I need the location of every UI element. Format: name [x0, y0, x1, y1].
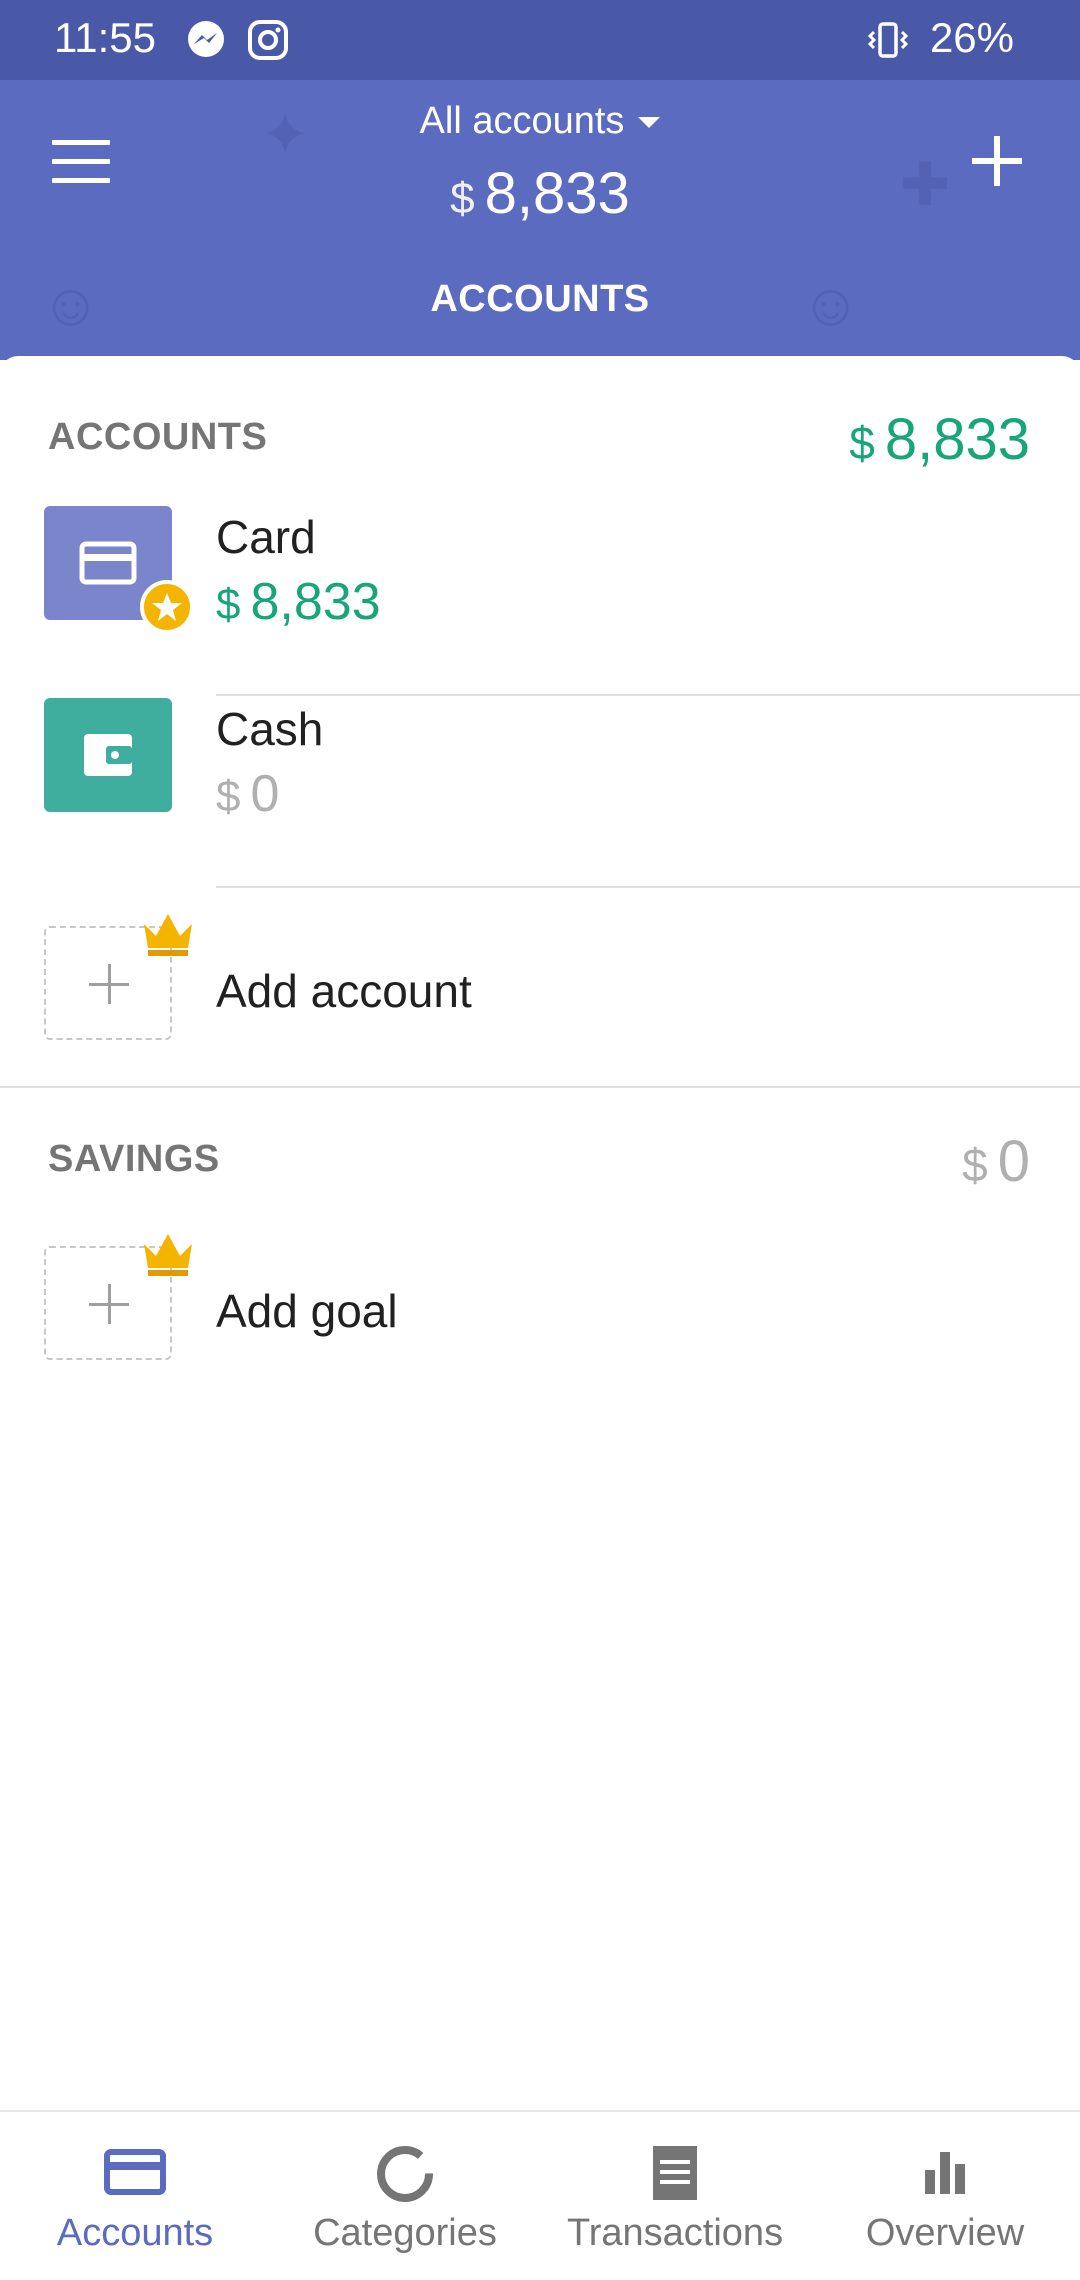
header-total-amount: 8,833: [484, 161, 630, 226]
vibrate-icon: [867, 22, 909, 58]
accounts-section-title: ACCOUNTS: [48, 416, 268, 458]
nav-overview[interactable]: Overview: [810, 2112, 1080, 2280]
dropdown-caret-icon: [638, 117, 661, 129]
accounts-total-amount: 8,833: [884, 407, 1030, 472]
account-row-cash[interactable]: Cash $0: [0, 698, 1080, 888]
section-divider: [0, 1086, 1080, 1088]
tab-accounts[interactable]: ACCOUNTS: [0, 278, 1080, 321]
add-goal-row[interactable]: Add goal: [0, 1226, 1080, 1406]
row-divider: [216, 694, 1080, 696]
savings-total-currency: $: [962, 1139, 988, 1191]
crown-icon: [144, 1234, 192, 1276]
status-time: 11:55: [54, 14, 156, 61]
wallet-icon: [84, 734, 132, 776]
add-goal-label: Add goal: [216, 1285, 398, 1337]
savings-section-total: $0: [962, 1128, 1030, 1195]
status-bar: 11:55 26%: [0, 0, 1080, 80]
account-balance: $0: [216, 764, 279, 824]
add-account-row[interactable]: Add account: [0, 890, 1080, 1070]
account-amount: 8,833: [250, 573, 381, 631]
nav-categories[interactable]: Categories: [270, 2112, 540, 2280]
nav-label: Accounts: [56, 2212, 214, 2254]
savings-total-amount: 0: [997, 1129, 1030, 1194]
accounts-section-total: $8,833: [849, 406, 1030, 473]
account-row-card[interactable]: Card $8,833: [0, 506, 1080, 696]
add-account-label: Add account: [216, 965, 472, 1017]
account-name: Card: [216, 511, 316, 563]
donut-icon: [377, 2146, 433, 2202]
instagram-icon: [248, 20, 288, 60]
account-selector[interactable]: All accounts: [0, 100, 1080, 143]
card-icon: [104, 2149, 166, 2195]
accounts-total-currency: $: [849, 417, 875, 469]
favorite-star-icon: [140, 580, 194, 634]
nav-label: Transactions: [566, 2212, 784, 2254]
messenger-icon: [188, 21, 224, 57]
bar-chart-icon: [925, 2152, 965, 2194]
account-currency: $: [216, 580, 241, 629]
header-currency: $: [450, 174, 475, 223]
cash-account-icon: [44, 698, 172, 812]
add-button[interactable]: [972, 136, 1022, 186]
savings-section-title: SAVINGS: [48, 1138, 220, 1180]
nav-label: Overview: [865, 2212, 1025, 2254]
account-selector-label: All accounts: [419, 100, 625, 142]
account-name: Cash: [216, 703, 324, 755]
row-divider: [216, 886, 1080, 888]
account-amount: 0: [250, 765, 280, 823]
card-account-icon: [44, 506, 194, 634]
crown-icon: [144, 914, 192, 956]
account-balance: $8,833: [216, 572, 381, 632]
account-currency: $: [216, 772, 241, 821]
receipt-icon: [653, 2146, 697, 2200]
battery-level: 26%: [929, 14, 1014, 61]
nav-accounts[interactable]: Accounts: [0, 2112, 270, 2280]
nav-label: Categories: [313, 2212, 497, 2254]
main-content: ACCOUNTS $8,833 Card $8,833 Cash $ 0 Add…: [0, 356, 1080, 2110]
bottom-navigation: Accounts Categories Transactions Overvie…: [0, 2110, 1080, 2280]
app-header: ✦ ☺ ☺ ✚ 11:55 26% All accounts $8,833 AC…: [0, 0, 1080, 360]
header-total: $8,833: [0, 160, 1080, 227]
nav-transactions[interactable]: Transactions: [540, 2112, 810, 2280]
